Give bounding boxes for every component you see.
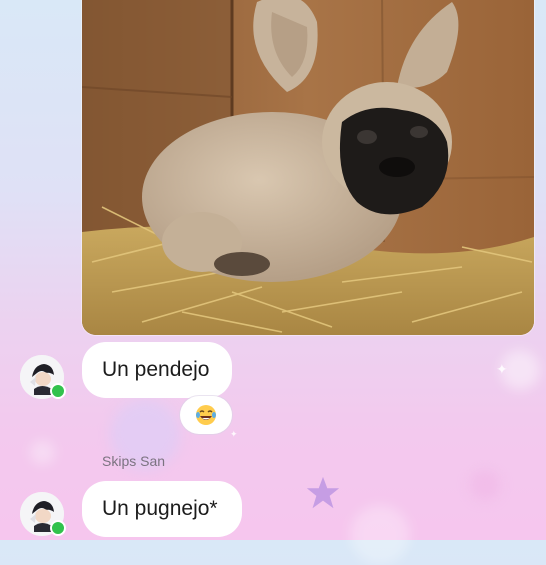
- bokeh-decoration: [350, 505, 410, 565]
- sparkle-icon: ✦: [496, 361, 508, 377]
- star-icon: [306, 476, 340, 509]
- message-text: Un pugnejo*: [102, 497, 218, 520]
- image-message[interactable]: [82, 0, 534, 335]
- photo-pug-bunny-icon: [82, 0, 534, 335]
- message-bubble[interactable]: Un pugnejo*: [82, 481, 242, 537]
- message-bubble[interactable]: Un pendejo: [82, 342, 232, 398]
- message-text: Un pendejo: [102, 358, 210, 381]
- laughing-tears-emoji-icon: [196, 405, 216, 425]
- avatar[interactable]: [20, 492, 66, 536]
- sparkle-icon: ✦: [230, 429, 238, 439]
- online-status-dot: [50, 383, 66, 399]
- reaction-badge[interactable]: [180, 396, 232, 434]
- avatar[interactable]: [20, 355, 66, 399]
- bokeh-decoration: [470, 470, 500, 500]
- sender-name: Skips San: [102, 453, 166, 469]
- online-status-dot: [50, 520, 66, 536]
- bokeh-decoration: [30, 440, 55, 465]
